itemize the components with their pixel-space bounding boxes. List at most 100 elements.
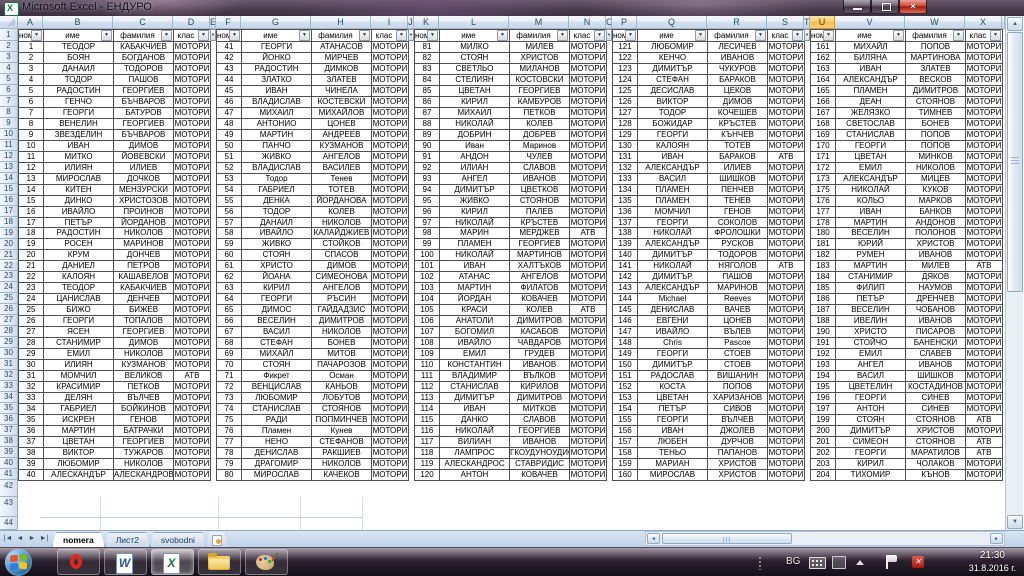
cell-surname[interactable]: КЪНЧЕВ — [708, 130, 768, 141]
row-header-20[interactable]: 20 — [0, 239, 18, 250]
cell-class[interactable]: МОТОРИ — [174, 404, 211, 415]
cell-class[interactable]: МОТОРИ — [570, 130, 607, 141]
cell-class[interactable]: МОТОРИ — [966, 294, 1003, 305]
cell-num[interactable]: 166 — [811, 97, 836, 108]
cell-name[interactable]: ЛАМПРОС — [440, 448, 510, 459]
cell-name[interactable]: ЖИВКО — [440, 196, 510, 207]
cell-class[interactable]: МОТОРИ — [966, 163, 1003, 174]
cell-class[interactable]: МОТОРИ — [966, 218, 1003, 229]
row-header-42[interactable]: 42 — [0, 480, 18, 497]
cell-name[interactable]: СТАНИСЛАВ — [440, 382, 510, 393]
filter-dropdown-icon[interactable]: ▼ — [606, 29, 612, 41]
cell-surname[interactable]: ИВАНОВ — [510, 174, 570, 185]
cell-class[interactable]: МОТОРИ — [372, 448, 409, 459]
cell-num[interactable]: 60 — [217, 250, 242, 261]
cell-class[interactable]: МОТОРИ — [570, 459, 607, 470]
cell-num[interactable]: 10 — [19, 141, 44, 152]
horizontal-scroll-thumb[interactable] — [662, 533, 792, 544]
cell-num[interactable]: 136 — [613, 207, 638, 218]
column-header-B[interactable]: B — [43, 16, 113, 29]
cell-num[interactable]: 81 — [415, 42, 440, 53]
cell-surname[interactable]: КОСТЕВСКИ — [312, 97, 372, 108]
row-header-30[interactable]: 30 — [0, 348, 18, 359]
cell-surname[interactable]: РЪСИН — [312, 294, 372, 305]
cell-num[interactable]: 91 — [415, 152, 440, 163]
cell-class[interactable]: МОТОРИ — [768, 130, 805, 141]
cell-num[interactable]: 173 — [811, 174, 836, 185]
cell-class[interactable]: МОТОРИ — [174, 130, 211, 141]
cell-class[interactable]: МОТОРИ — [174, 152, 211, 163]
cell-name[interactable]: ХРИСТО — [242, 261, 312, 272]
cell-surname[interactable]: ГЕОРГИЕВ — [510, 86, 570, 97]
cell-surname[interactable]: КАБАКЧИЕВ — [114, 42, 174, 53]
cell-class[interactable]: МОТОРИ — [372, 196, 409, 207]
cell-name[interactable]: ИВАН — [44, 141, 114, 152]
cell-num[interactable]: 99 — [415, 239, 440, 250]
cell-name[interactable]: ДИМИТЪР — [638, 360, 708, 371]
cell-class[interactable]: МОТОРИ — [966, 130, 1003, 141]
cell-surname[interactable]: ТОПАЛОВ — [114, 316, 174, 327]
cell-num[interactable]: 38 — [19, 448, 44, 459]
cell-surname[interactable]: ДЖОЛЕВ — [708, 426, 768, 437]
cell-name[interactable]: ДЕНИСЛАВ — [638, 305, 708, 316]
cell-surname[interactable]: ПОПМИНЧЕВ — [312, 415, 372, 426]
header-cell-num[interactable]: ном▼ — [19, 30, 44, 42]
cell-surname[interactable]: ПЕТРОВ — [114, 261, 174, 272]
cell-surname[interactable]: ПЕТКОВ — [510, 108, 570, 119]
row-header-4[interactable]: 4 — [0, 63, 18, 74]
cell-class[interactable]: МОТОРИ — [966, 349, 1003, 360]
cell-surname[interactable]: ГКОУДУНОУДИС — [510, 448, 570, 459]
cell-surname[interactable]: ПОПОВ — [906, 42, 966, 53]
cell-num[interactable]: 146 — [613, 316, 638, 327]
cell-class[interactable]: АТВ — [966, 448, 1003, 459]
cell-class[interactable]: МОТОРИ — [174, 283, 211, 294]
cell-name[interactable]: ИЛИЯН — [44, 360, 114, 371]
cell-surname[interactable]: ХАЛТЪКОВ — [510, 261, 570, 272]
cell-class[interactable]: МОТОРИ — [570, 349, 607, 360]
cell-name[interactable]: ДИМИТЪР — [638, 250, 708, 261]
cell-num[interactable]: 55 — [217, 196, 242, 207]
cell-num[interactable]: 73 — [217, 393, 242, 404]
cell-num[interactable]: 61 — [217, 261, 242, 272]
cell-num[interactable]: 8 — [19, 119, 44, 130]
cell-surname[interactable]: ДИМИТРОВ — [312, 316, 372, 327]
cell-class[interactable]: МОТОРИ — [768, 393, 805, 404]
header-cell-class[interactable]: клас▼ — [966, 30, 1003, 42]
cell-name[interactable]: Фикрет — [242, 371, 312, 382]
header-cell-name[interactable]: име▼ — [242, 30, 312, 42]
filter-dropdown-icon[interactable]: ▼ — [823, 30, 834, 41]
cell-name[interactable]: ЛЮБОМИР — [44, 459, 114, 470]
cell-class[interactable]: МОТОРИ — [570, 393, 607, 404]
cell-name[interactable]: БОЖИДАР — [638, 119, 708, 130]
cell-name[interactable]: ИВАН — [440, 261, 510, 272]
cell-name[interactable]: ВИЛИАН — [440, 437, 510, 448]
cell-num[interactable]: 184 — [811, 272, 836, 283]
filter-dropdown-icon[interactable]: ▼ — [359, 30, 370, 41]
cell-surname[interactable]: МЕРДЖЕВ — [510, 228, 570, 239]
cell-surname[interactable]: ДИМИТРОВ — [510, 316, 570, 327]
cell-num[interactable]: 155 — [613, 415, 638, 426]
cell-class[interactable]: МОТОРИ — [570, 53, 607, 64]
cell-name[interactable]: КИРИЛ — [440, 97, 510, 108]
cell-name[interactable]: НИКОЛАЙ — [836, 185, 906, 196]
cell-class[interactable]: МОТОРИ — [174, 349, 211, 360]
cell-name[interactable]: КОЛЬО — [836, 196, 906, 207]
cell-class[interactable]: МОТОРИ — [174, 207, 211, 218]
cell-surname[interactable]: ВЕСКОВ — [906, 75, 966, 86]
row-header-15[interactable]: 15 — [0, 184, 18, 195]
row-header-7[interactable]: 7 — [0, 96, 18, 107]
cell-num[interactable]: 135 — [613, 196, 638, 207]
cell-class[interactable]: МОТОРИ — [174, 415, 211, 426]
cell-num[interactable]: 131 — [613, 152, 638, 163]
filter-dropdown-icon[interactable]: ▼ — [893, 30, 904, 41]
cell-class[interactable]: МОТОРИ — [372, 130, 409, 141]
taskbar-explorer-button[interactable] — [198, 549, 241, 575]
cell-surname[interactable]: ПЕТКОВ — [114, 382, 174, 393]
next-sheet-button[interactable]: ► — [26, 531, 38, 547]
cell-num[interactable]: 49 — [217, 130, 242, 141]
cell-name[interactable]: ЕМИЛ — [836, 349, 906, 360]
filter-dropdown-icon[interactable]: ▼ — [396, 30, 407, 41]
cell-surname[interactable]: БОНЕВ — [906, 119, 966, 130]
vertical-scrollbar[interactable]: ▲ ▼ — [1005, 16, 1023, 530]
cell-surname[interactable]: КОСТАДИНОВ — [906, 382, 966, 393]
